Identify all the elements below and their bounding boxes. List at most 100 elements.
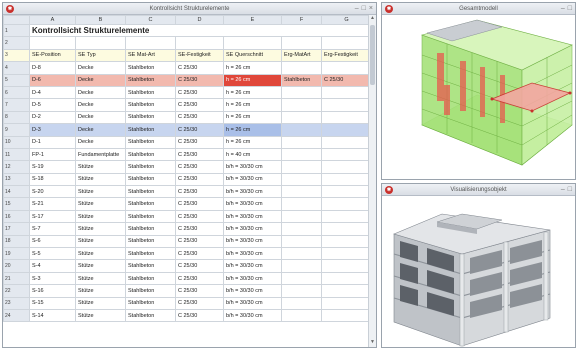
table-cell[interactable]: Stahlbeton <box>125 147 176 162</box>
row-number[interactable]: 21 <box>3 271 30 286</box>
table-cell[interactable]: C 25/30 <box>175 209 224 224</box>
table-cell[interactable]: Stütze <box>75 222 126 236</box>
table-cell[interactable]: h = 26 cm <box>223 135 282 149</box>
table-cell[interactable] <box>321 271 372 286</box>
table-cell[interactable]: C 25/30 <box>175 308 224 323</box>
table-cell[interactable]: h = 26 cm <box>223 123 282 137</box>
table-cell[interactable]: C 25/30 <box>175 110 224 125</box>
table-cell[interactable] <box>321 284 372 298</box>
table-header-cell[interactable]: SE-Festigkeit <box>175 48 224 63</box>
table-row[interactable]: 20 S-4 Stütze Stahlbeton C 25/30 b/h = 30/30 … <box>3 259 372 273</box>
column-header[interactable]: D <box>175 15 224 25</box>
table-cell[interactable]: Stütze <box>75 234 126 249</box>
table-cell[interactable]: C 25/30 <box>175 185 224 199</box>
table-cell[interactable]: Stahlbeton <box>125 185 176 199</box>
table-cell[interactable] <box>321 259 372 273</box>
restore-button[interactable]: □ <box>362 5 366 13</box>
table-cell[interactable]: Stahlbeton <box>125 110 176 125</box>
table-cell[interactable]: C 25/30 <box>175 296 224 311</box>
table-cell[interactable]: Stahlbeton <box>125 222 176 236</box>
row-number[interactable]: 7 <box>3 98 30 112</box>
table-cell[interactable]: C 25/30 <box>175 61 224 75</box>
table-cell[interactable] <box>321 160 372 174</box>
table-cell[interactable] <box>321 110 372 125</box>
row-number[interactable]: 1 <box>3 23 30 38</box>
table-window-titlebar[interactable]: ✱ Kontrollsicht Strukturelemente – □ × <box>3 3 376 15</box>
row-number[interactable]: 17 <box>3 222 30 236</box>
table-cell[interactable]: Decke <box>75 123 126 137</box>
table-cell[interactable]: Stütze <box>75 185 126 199</box>
table-cell[interactable]: Stütze <box>75 284 126 298</box>
table-cell[interactable]: Stahlbeton <box>125 271 176 286</box>
table-cell[interactable] <box>321 222 372 236</box>
table-cell[interactable]: Stahlbeton <box>125 308 176 323</box>
table-cell[interactable] <box>281 284 322 298</box>
table-cell[interactable]: Decke <box>75 73 126 87</box>
table-cell[interactable]: C 25/30 <box>175 172 224 187</box>
table-cell[interactable] <box>281 271 322 286</box>
table-cell[interactable]: D-8 <box>29 61 76 75</box>
table-row[interactable]: 5 D-6 Decke Stahlbeton C 25/30 h = 26 cm Stahl… <box>3 73 372 87</box>
table-cell[interactable]: S-21 <box>29 197 76 211</box>
table-cell[interactable]: b/h = 30/30 cm <box>223 247 282 261</box>
table-cell[interactable]: C 25/30 <box>175 247 224 261</box>
table-cell[interactable]: Stahlbeton <box>125 209 176 224</box>
table-cell[interactable]: S-17 <box>29 209 76 224</box>
row-number[interactable]: 5 <box>3 73 30 87</box>
table-header-cell[interactable]: SE Typ <box>75 48 126 63</box>
table-row[interactable]: 14 S-20 Stütze Stahlbeton C 25/30 b/h = 30/30… <box>3 185 372 199</box>
column-header[interactable]: E <box>223 15 282 25</box>
table-cell[interactable]: Decke <box>75 98 126 112</box>
table-cell[interactable] <box>321 247 372 261</box>
row-number[interactable]: 10 <box>3 135 30 149</box>
table-cell[interactable] <box>281 209 322 224</box>
vertical-scrollbar[interactable]: ▲ ▼ <box>368 15 376 347</box>
table-cell[interactable] <box>281 259 322 273</box>
minimize-button[interactable]: – <box>355 5 359 13</box>
table-cell[interactable]: C 25/30 <box>175 222 224 236</box>
table-header-cell[interactable]: SE-Position <box>29 48 76 63</box>
table-cell[interactable]: S-4 <box>29 259 76 273</box>
table-cell[interactable]: FP-1 <box>29 147 76 162</box>
table-row[interactable]: 15 S-21 Stütze Stahlbeton C 25/30 b/h = 30/30… <box>3 197 372 211</box>
table-cell[interactable] <box>321 296 372 311</box>
table-cell[interactable]: h = 40 cm <box>223 147 282 162</box>
table-cell[interactable]: Stahlbeton <box>125 123 176 137</box>
table-cell[interactable] <box>321 123 372 137</box>
table-cell[interactable] <box>281 308 322 323</box>
table-cell[interactable]: Stahlbeton <box>125 61 176 75</box>
minimize-button[interactable]: – <box>561 186 565 194</box>
table-cell[interactable]: D-5 <box>29 98 76 112</box>
table-cell[interactable]: S-3 <box>29 271 76 286</box>
table-cell[interactable]: b/h = 30/30 cm <box>223 172 282 187</box>
table-header-cell[interactable]: SE Querschnitt <box>223 48 282 63</box>
table-cell[interactable]: Decke <box>75 61 126 75</box>
row-number[interactable]: 15 <box>3 197 30 211</box>
scroll-down-icon[interactable]: ▼ <box>369 339 376 347</box>
table-cell[interactable] <box>223 36 282 50</box>
table-cell[interactable] <box>321 147 372 162</box>
table-cell[interactable]: b/h = 30/30 cm <box>223 308 282 323</box>
table-cell[interactable]: Decke <box>75 110 126 125</box>
table-row[interactable]: 17 S-7 Stütze Stahlbeton C 25/30 b/h = 30/30 … <box>3 222 372 236</box>
table-cell[interactable]: Stütze <box>75 296 126 311</box>
row-number[interactable]: 22 <box>3 284 30 298</box>
row-number[interactable]: 23 <box>3 296 30 311</box>
table-cell[interactable]: Stahlbeton <box>125 234 176 249</box>
restore-button[interactable]: □ <box>568 186 572 194</box>
table-header-cell[interactable]: Erg-Festigkeit <box>321 48 372 63</box>
table-cell[interactable]: S-6 <box>29 234 76 249</box>
table-cell[interactable] <box>321 209 372 224</box>
table-cell[interactable]: S-16 <box>29 284 76 298</box>
table-cell[interactable]: C 25/30 <box>321 73 372 87</box>
table-cell[interactable] <box>281 172 322 187</box>
table-cell[interactable]: b/h = 30/30 cm <box>223 160 282 174</box>
table-cell[interactable]: C 25/30 <box>175 259 224 273</box>
row-number[interactable]: 11 <box>3 147 30 162</box>
table-cell[interactable] <box>281 98 322 112</box>
scroll-up-icon[interactable]: ▲ <box>369 15 376 23</box>
table-header-cell[interactable]: SE Mat-Art <box>125 48 176 63</box>
table-cell[interactable] <box>281 160 322 174</box>
table-cell[interactable]: b/h = 30/30 cm <box>223 284 282 298</box>
row-number[interactable]: 14 <box>3 185 30 199</box>
